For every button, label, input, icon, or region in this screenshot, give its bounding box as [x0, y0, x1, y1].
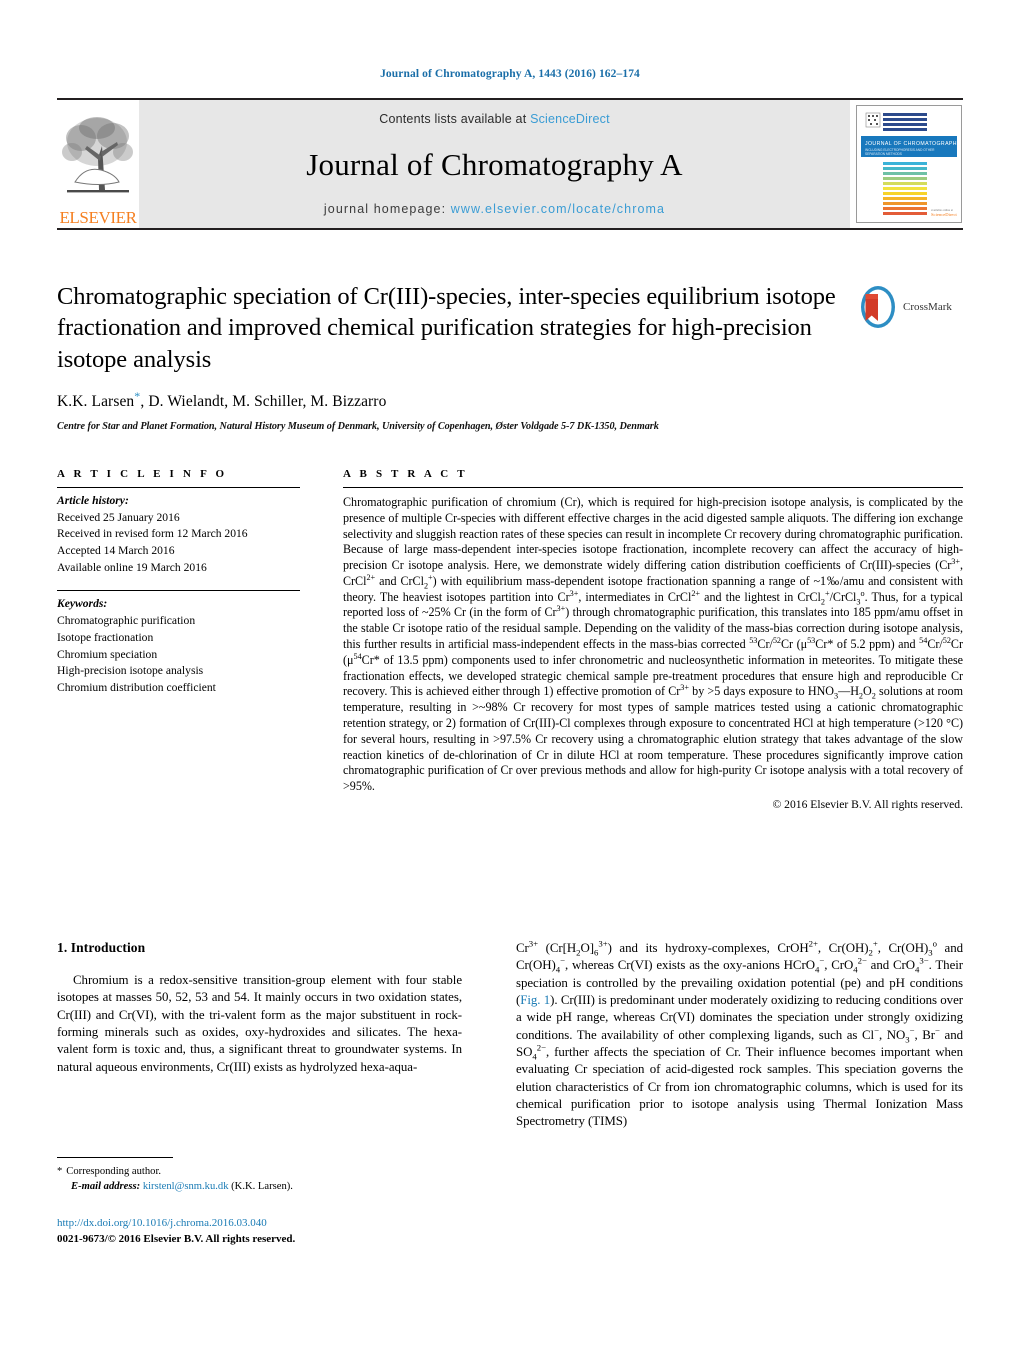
article-info-heading: A R T I C L E I N F O: [57, 468, 228, 480]
crossmark-badge[interactable]: CrossMark: [857, 283, 961, 331]
abstract-seg: —H: [838, 684, 859, 699]
homepage-url-link[interactable]: www.elsevier.com/locate/chroma: [451, 202, 665, 216]
introduction-heading: 1. Introduction: [57, 940, 146, 955]
svg-text:SEPARATION METHODS: SEPARATION METHODS: [865, 152, 902, 156]
abstract-seg: by >5 days exposure to HNO: [689, 684, 835, 699]
keyword-item: Isotope fractionation: [57, 630, 154, 644]
intro-seg: ) and its hydroxy-complexes, CrOH: [607, 941, 809, 955]
running-head: Journal of Chromatography A, 1443 (2016)…: [380, 68, 640, 80]
footnote-block: * Corresponding author. E-mail address: k…: [57, 1157, 462, 1194]
article-history-label: Article history:: [57, 494, 129, 507]
doi-block: http://dx.doi.org/10.1016/j.chroma.2016.…: [57, 1216, 477, 1247]
intro-seg: , Br: [914, 1027, 936, 1042]
intro-seg: , NO: [878, 1027, 906, 1042]
journal-cover-art: JOURNAL OF CHROMATOGRAPHY A INCLUDING EL…: [857, 106, 961, 222]
abstract-seg: , intermediates in CrCl: [578, 589, 692, 604]
keyword-item: Chromatographic purification: [57, 614, 196, 628]
intro-seg: , Cr(OH): [817, 941, 869, 955]
history-item: Accepted 14 March 2016: [57, 544, 175, 558]
keywords-section: Keywords: Chromatographic purification I…: [57, 591, 300, 696]
abstract-seg: solutions at room temperature, resulting…: [343, 684, 963, 794]
abstract-seg: Cr/: [927, 637, 943, 652]
abstract-seg: Cr (μ: [781, 637, 808, 652]
paper-page: Journal of Chromatography A, 1443 (2016)…: [0, 0, 1020, 1351]
svg-text:JOURNAL OF CHROMATOGRAPHY A: JOURNAL OF CHROMATOGRAPHY A: [865, 141, 961, 147]
history-item: Available online 19 March 2016: [57, 560, 207, 574]
keyword-item: High-precision isotope analysis: [57, 664, 204, 678]
keyword-item: Chromium distribution coefficient: [57, 680, 216, 694]
homepage-prefix: journal homepage:: [323, 202, 447, 216]
author-list: K.K. Larsen*, D. Wielandt, M. Schiller, …: [57, 389, 847, 411]
abstract-section: A B S T R A C T Chromatographic purifica…: [343, 468, 963, 811]
elsevier-logo: ELSEVIER: [57, 100, 139, 228]
author-first: K.K. Larsen: [57, 393, 135, 411]
doi-link[interactable]: http://dx.doi.org/10.1016/j.chroma.2016.…: [57, 1217, 267, 1229]
introduction-left-column: 1. Introduction Chromium is a redox-sens…: [57, 940, 462, 1076]
history-item: Received in revised form 12 March 2016: [57, 527, 248, 541]
keywords-label: Keywords:: [57, 597, 108, 611]
corresponding-author-note: * Corresponding author.: [57, 1164, 462, 1179]
sciencedirect-link[interactable]: ScienceDirect: [530, 112, 610, 126]
elsevier-tree-icon: [62, 117, 133, 193]
introduction-right-column: Cr3+ (Cr[H2O]63+) and its hydroxy-comple…: [516, 938, 964, 1131]
abstract-text: Chromatographic purification of chromium…: [343, 495, 964, 794]
paper-title: Chromatographic speciation of Cr(III)-sp…: [57, 283, 836, 373]
abstract-seg: /CrCl: [829, 589, 857, 604]
email-suffix: (K.K. Larsen).: [231, 1181, 293, 1193]
intro-seg: (Cr[H: [538, 941, 577, 955]
email-note: E-mail address: kirstenl@snm.ku.dk (K.K.…: [57, 1179, 462, 1194]
article-history: Article history: Received 25 January 201…: [57, 488, 300, 576]
title-block: Chromatographic speciation of Cr(III)-sp…: [57, 281, 847, 432]
journal-masthead: ELSEVIER Contents lists available at Sci…: [57, 98, 963, 230]
abstract-heading: A B S T R A C T: [343, 468, 468, 480]
introduction-paragraph: Chromium is a redox-sensitive transition…: [57, 973, 462, 1074]
keyword-item: Chromium speciation: [57, 647, 158, 661]
email-link[interactable]: kirstenl@snm.ku.dk: [143, 1181, 229, 1192]
elsevier-wordmark: ELSEVIER: [59, 208, 137, 227]
abstract-seg: and CrCl: [375, 573, 424, 588]
contents-line: Contents lists available at ScienceDirec…: [379, 112, 610, 126]
crossmark-label: CrossMark: [903, 301, 952, 313]
intro-seg: O]: [580, 941, 595, 955]
footnote-star: *: [57, 1166, 63, 1177]
footnote-rule: [57, 1157, 173, 1158]
crossmark-icon: [861, 286, 895, 328]
introduction-paragraph-cont: Cr3+ (Cr[H2O]63+) and its hydroxy-comple…: [516, 938, 964, 1129]
svg-text:ScienceDirect: ScienceDirect: [931, 212, 957, 217]
contents-prefix: Contents lists available at: [379, 112, 527, 126]
homepage-line: journal homepage: www.elsevier.com/locat…: [324, 202, 665, 216]
footnote-text: * Corresponding author. E-mail address: k…: [57, 1164, 462, 1194]
abstract-seg: O: [863, 684, 872, 699]
abstract-seg: Cr/: [757, 637, 773, 652]
intro-seg: , whereas Cr(VI) exists as the oxy-anion…: [565, 958, 815, 973]
masthead-center: Contents lists available at ScienceDirec…: [139, 100, 850, 228]
intro-seg: Cr: [516, 941, 529, 955]
corresponding-author-text: Corresponding author.: [66, 1166, 162, 1177]
figure-1-link[interactable]: Fig. 1: [520, 993, 550, 1007]
article-info-section: A R T I C L E I N F O Article history: R…: [57, 468, 300, 697]
affiliation: Centre for Star and Planet Formation, Na…: [57, 420, 659, 432]
abstract-seg: and the lightest in CrCl: [700, 589, 821, 604]
abstract-copyright: © 2016 Elsevier B.V. All rights reserved…: [772, 797, 963, 811]
author-rest: , D. Wielandt, M. Schiller, M. Bizzarro: [140, 393, 387, 411]
intro-seg: and CrO: [866, 958, 916, 973]
email-label: E-mail address:: [71, 1181, 141, 1193]
intro-seg: , Cr(OH): [877, 941, 929, 955]
abstract-seg: Cr* of 5.2 ppm) and: [815, 637, 920, 652]
intro-seg: , further affects the speciation of Cr. …: [516, 1045, 963, 1129]
intro-seg: , CrO: [824, 958, 854, 973]
journal-title: Journal of Chromatography A: [306, 146, 683, 182]
history-item: Received 25 January 2016: [57, 510, 180, 524]
issn-copyright-line: 0021-9673/© 2016 Elsevier B.V. All right…: [57, 1232, 296, 1245]
journal-cover-thumbnail: JOURNAL OF CHROMATOGRAPHY A INCLUDING EL…: [856, 105, 962, 223]
abstract-seg: Chromatographic purification of chromium…: [343, 495, 963, 573]
